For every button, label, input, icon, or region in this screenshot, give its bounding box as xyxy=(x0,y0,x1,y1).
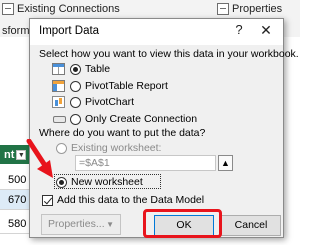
connections-icon xyxy=(2,3,14,15)
pivotchart-icon xyxy=(52,96,65,108)
worksheet-reference-input[interactable]: =$A$1 xyxy=(75,155,216,171)
option-pivottable[interactable]: PivotTable Report xyxy=(52,79,168,93)
option-connection-label: Only Create Connection xyxy=(85,113,198,125)
import-data-dialog: Import Data ? ✕ Select how you want to v… xyxy=(29,18,299,238)
pivottable-icon xyxy=(52,80,65,92)
existing-worksheet-label: Existing worksheet: xyxy=(71,142,162,154)
dialog-title: Import Data xyxy=(39,25,100,37)
option-pivottable-label: PivotTable Report xyxy=(85,80,168,92)
data-model-checkbox[interactable] xyxy=(42,194,53,206)
properties-button[interactable]: Properties... ▼ xyxy=(41,214,121,235)
data-model-label: Add this data to the Data Model xyxy=(57,194,205,206)
existing-connections-button[interactable]: Existing Connections xyxy=(2,1,120,17)
table-icon xyxy=(52,63,65,75)
location-prompt: Where do you want to put the data? xyxy=(39,127,206,139)
filter-dropdown-icon[interactable]: ▼ xyxy=(16,150,27,160)
properties-icon xyxy=(217,3,229,15)
properties-ribbon-button[interactable]: Properties xyxy=(217,1,282,17)
close-button[interactable]: ✕ xyxy=(257,22,275,40)
help-button[interactable]: ? xyxy=(231,22,247,40)
option-existing-worksheet[interactable]: Existing worksheet: xyxy=(56,141,161,155)
connection-icon xyxy=(52,113,66,125)
new-worksheet-radio[interactable] xyxy=(56,176,67,188)
view-prompt: Select how you want to view this data in… xyxy=(39,48,299,60)
dropdown-caret-icon: ▼ xyxy=(106,220,114,229)
connection-radio[interactable] xyxy=(70,113,81,125)
option-pivotchart-label: PivotChart xyxy=(85,96,135,108)
collapse-dialog-button[interactable]: ▲ xyxy=(218,155,233,171)
option-connection[interactable]: Only Create Connection xyxy=(52,112,197,126)
ok-highlight-box xyxy=(143,209,222,238)
existing-connections-label: Existing Connections xyxy=(17,3,120,15)
collapse-arrow-icon: ▲ xyxy=(221,158,230,168)
option-table[interactable]: Table xyxy=(52,62,110,76)
column-header-label: nt xyxy=(4,149,15,161)
add-to-data-model[interactable]: Add this data to the Data Model xyxy=(42,193,204,207)
pivottable-radio[interactable] xyxy=(70,80,81,92)
existing-worksheet-radio[interactable] xyxy=(56,142,67,154)
cancel-button[interactable]: Cancel xyxy=(221,215,281,236)
new-worksheet-label: New worksheet xyxy=(71,176,143,188)
option-new-worksheet[interactable]: New worksheet xyxy=(56,175,143,189)
red-arrow-icon xyxy=(26,139,53,178)
option-pivotchart[interactable]: PivotChart xyxy=(52,95,134,109)
properties-ribbon-label: Properties xyxy=(232,3,283,15)
properties-button-label: Properties... xyxy=(48,218,105,230)
dialog-titlebar: Import Data ? ✕ xyxy=(30,19,283,45)
option-table-label: Table xyxy=(85,63,111,75)
pivotchart-radio[interactable] xyxy=(70,96,81,108)
table-radio[interactable] xyxy=(70,63,81,75)
